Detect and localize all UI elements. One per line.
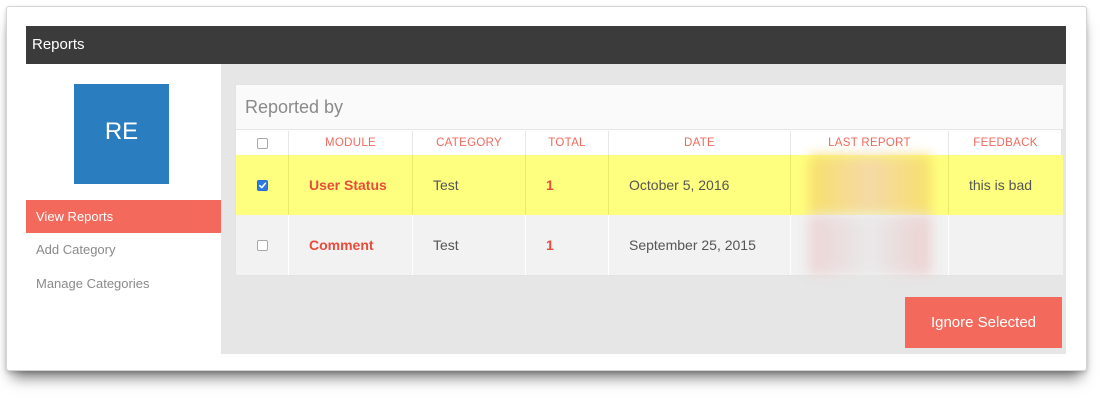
- column-header-module[interactable]: MODULE: [289, 131, 413, 155]
- reports-app: Reports RE View Reports Add Category Man…: [26, 26, 1066, 354]
- column-header-total[interactable]: TOTAL: [526, 131, 609, 155]
- sidebar-item-view-reports[interactable]: View Reports: [26, 200, 221, 233]
- feedback-cell: [949, 215, 1063, 275]
- feedback-cell: this is bad: [969, 177, 1033, 193]
- module-link[interactable]: User Status: [289, 155, 413, 215]
- category-cell: Test: [413, 155, 526, 215]
- last-report-redacted: [809, 215, 931, 275]
- sidebar: RE View Reports Add Category Manage Cate…: [26, 64, 221, 354]
- module-link[interactable]: Comment: [289, 215, 413, 275]
- select-all-cell: [236, 131, 289, 155]
- table-row[interactable]: User Status Test 1 October 5, 2016 this …: [236, 155, 1063, 215]
- avatar-initials: RE: [104, 118, 139, 145]
- date-cell: October 5, 2016: [609, 155, 791, 215]
- select-all-checkbox[interactable]: [256, 137, 268, 149]
- total-link[interactable]: 1: [526, 215, 609, 275]
- last-report-cell: [791, 215, 949, 275]
- total-link[interactable]: 1: [526, 155, 609, 215]
- column-header-last-report[interactable]: LAST REPORT: [791, 131, 949, 155]
- row-select-cell: [236, 155, 289, 215]
- table-row[interactable]: Comment Test 1 September 25, 2015: [236, 215, 1063, 275]
- ignore-selected-button[interactable]: Ignore Selected: [905, 297, 1062, 348]
- panel-title: Reported by: [236, 85, 1063, 130]
- checkmark-icon: [258, 182, 266, 188]
- last-report-redacted: [809, 155, 931, 215]
- window-title: Reports: [26, 26, 1066, 64]
- row-checkbox-checked[interactable]: [256, 179, 268, 191]
- sidebar-item-add-category[interactable]: Add Category: [26, 233, 221, 266]
- column-header-category[interactable]: CATEGORY: [413, 131, 526, 155]
- column-header-feedback[interactable]: FEEDBACK: [949, 131, 1063, 155]
- avatar: RE: [74, 84, 169, 184]
- sidebar-item-manage-categories[interactable]: Manage Categories: [26, 267, 221, 300]
- row-checkbox[interactable]: [256, 239, 268, 251]
- last-report-cell: [791, 155, 949, 215]
- row-select-cell: [236, 215, 289, 275]
- main-content: Reported by MODULE CATEGORY TOTAL DATE L…: [221, 64, 1066, 354]
- date-cell: September 25, 2015: [609, 215, 791, 275]
- column-header-date[interactable]: DATE: [609, 131, 791, 155]
- category-cell: Test: [413, 215, 526, 275]
- reports-panel: Reported by MODULE CATEGORY TOTAL DATE L…: [235, 84, 1063, 276]
